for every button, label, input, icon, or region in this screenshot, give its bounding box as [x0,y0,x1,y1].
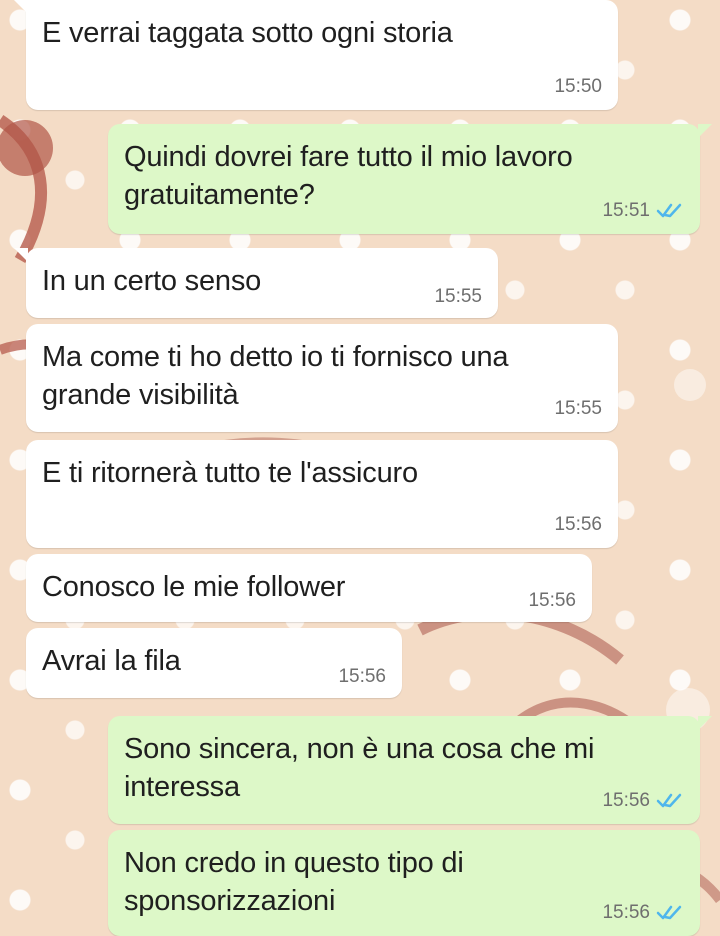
message-meta: 15:56 [602,902,684,924]
message-text: E verrai taggata sotto ogni storia [42,17,453,49]
message-time: 15:55 [554,398,602,419]
message-meta: 15:55 [554,398,602,420]
message-time: 15:50 [554,76,602,97]
message-text: Quindi dovrei fare tutto il mio lavoro g… [124,141,573,211]
message-meta: 15:56 [528,590,576,612]
message-time: 15:56 [528,590,576,611]
incoming-message[interactable]: In un certo senso 15:55 [14,248,498,318]
outgoing-message[interactable]: Quindi dovrei fare tutto il mio lavoro g… [108,124,712,234]
message-meta: 15:56 [602,790,684,812]
chat-thread: E verrai taggata sotto ogni storia 15:50… [0,0,720,936]
incoming-message[interactable]: Conosco le mie follower 15:56 [26,554,592,622]
outgoing-message[interactable]: Sono sincera, non è una cosa che mi inte… [108,716,712,824]
message-text: Ma come ti ho detto io ti fornisco una g… [42,341,509,411]
incoming-message[interactable]: E verrai taggata sotto ogni storia 15:50 [14,0,618,110]
message-meta: 15:56 [338,666,386,688]
message-time: 15:56 [338,666,386,687]
incoming-message[interactable]: Ma come ti ho detto io ti fornisco una g… [26,324,618,432]
message-text: Sono sincera, non è una cosa che mi inte… [124,733,595,803]
message-time: 15:56 [554,514,602,535]
message-text: Conosco le mie follower [42,571,346,603]
message-time: 15:56 [602,790,650,811]
message-meta: 15:55 [434,286,482,308]
incoming-message[interactable]: E ti ritornerà tutto te l'assicuro 15:56 [26,440,618,548]
message-time: 15:51 [602,200,650,221]
message-meta: 15:56 [554,514,602,536]
message-text: Non credo in questo tipo di sponsorizzaz… [124,847,464,917]
message-meta: 15:50 [554,76,602,98]
message-text: Avrai la fila [42,645,181,677]
double-check-icon [656,905,682,920]
message-text: In un certo senso [42,265,262,297]
incoming-message[interactable]: Avrai la fila 15:56 [26,628,402,698]
message-meta: 15:51 [602,200,684,222]
message-text: E ti ritornerà tutto te l'assicuro [42,457,418,489]
message-time: 15:55 [434,286,482,307]
double-check-icon [656,203,682,218]
outgoing-message[interactable]: Non credo in questo tipo di sponsorizzaz… [108,830,700,936]
double-check-icon [656,793,682,808]
message-time: 15:56 [602,902,650,923]
